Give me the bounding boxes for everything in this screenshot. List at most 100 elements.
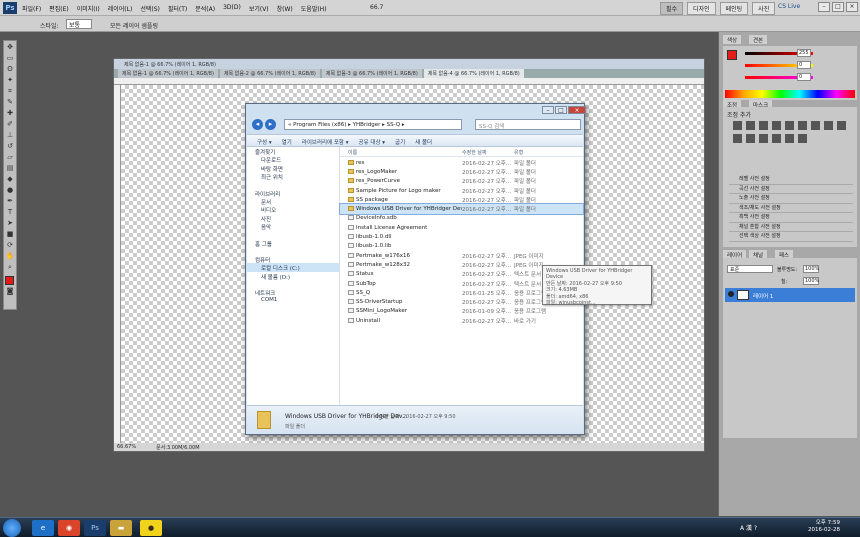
include-in-library-button[interactable]: 라이브러리에 포함 ▾ xyxy=(302,138,349,146)
hue-saturation-icon[interactable] xyxy=(798,121,807,130)
shape-tool-icon[interactable]: ■ xyxy=(4,229,16,239)
nav-item[interactable]: COM1 xyxy=(247,296,339,304)
file-row[interactable]: Windows USB Driver for YHBridger Dev... 2… xyxy=(339,203,584,215)
file-row[interactable]: DeviceInfo.sdb xyxy=(340,214,583,223)
menu-3d[interactable]: 3D(D) xyxy=(223,4,241,13)
magic-wand-icon[interactable]: ✦ xyxy=(4,75,16,85)
menu-select[interactable]: 선택(S) xyxy=(140,4,160,13)
workspace-design[interactable]: 디자인 xyxy=(687,2,716,15)
menu-view[interactable]: 보기(V) xyxy=(249,4,269,13)
zoom-status[interactable]: 66.67% xyxy=(117,444,136,450)
levels-icon[interactable] xyxy=(746,121,755,130)
move-tool-icon[interactable]: ✥ xyxy=(4,42,16,52)
nav-item[interactable]: 로컬 디스크 (C:) xyxy=(247,263,339,272)
gradient-map-icon[interactable] xyxy=(785,134,794,143)
workspace-painting[interactable]: 페인팅 xyxy=(719,2,749,15)
stamp-tool-icon[interactable]: ⊥ xyxy=(4,130,16,140)
address-bar[interactable]: « Program Files (x86) ▸ YHBridger ▸ SS-Q… xyxy=(284,119,462,130)
file-row[interactable]: res_LogoMaker 2016-02-27 오후... 파일 폴더 xyxy=(340,167,583,176)
file-row[interactable]: Uninstall 2016-02-27 오후... 바로 가기 xyxy=(340,316,583,325)
share-with-button[interactable]: 공유 대상 ▾ xyxy=(359,138,386,146)
document-tab[interactable]: 제목 없음-3 @ 66.7% (레이어 1, RGB/8) xyxy=(321,69,422,78)
workspace-essentials[interactable]: 필수 xyxy=(660,2,684,15)
swatches-tab[interactable]: 견본 xyxy=(749,35,768,44)
lasso-tool-icon[interactable]: ʘ xyxy=(4,64,16,74)
preset-item[interactable]: 노출 사전 설정 xyxy=(729,194,853,204)
preset-item[interactable]: 흑백 사전 설정 xyxy=(729,213,853,223)
channel-mixer-icon[interactable] xyxy=(733,134,742,143)
opacity-input[interactable]: 100% xyxy=(803,265,819,273)
nav-item[interactable]: 사진 xyxy=(247,214,339,223)
nav-item[interactable]: 컴퓨터 xyxy=(247,255,339,264)
ime-indicator[interactable]: A 漢 ? xyxy=(740,523,757,532)
kakaotalk-icon[interactable]: ● xyxy=(140,520,162,536)
nav-item[interactable]: 최근 위치 xyxy=(247,172,339,181)
file-row[interactable]: res 2016-02-27 오후... 파일 폴더 xyxy=(340,158,583,167)
type-tool-icon[interactable]: T xyxy=(4,207,16,217)
file-row[interactable]: libusb-1.0.dll xyxy=(340,232,583,241)
menu-file[interactable]: 파일(F) xyxy=(22,4,41,13)
pen-tool-icon[interactable]: ✒ xyxy=(4,196,16,206)
photo-filter-icon[interactable] xyxy=(837,121,846,130)
style-select[interactable]: 보통 xyxy=(66,19,92,29)
cs-live-button[interactable]: CS Live xyxy=(778,3,800,10)
menu-window[interactable]: 창(W) xyxy=(277,4,293,13)
open-button[interactable]: 열기 xyxy=(282,138,292,146)
close-icon[interactable]: × xyxy=(846,2,858,12)
3d-rotate-icon[interactable]: ⟳ xyxy=(4,240,16,250)
minimize-icon[interactable]: – xyxy=(542,106,554,114)
vibrance-icon[interactable] xyxy=(785,121,794,130)
healing-brush-icon[interactable]: ✚ xyxy=(4,108,16,118)
file-row[interactable]: Pertmake_w176x16 2016-02-27 오후... JPEG 이미지 xyxy=(340,251,583,260)
threshold-icon[interactable] xyxy=(772,134,781,143)
column-name[interactable]: 이름 xyxy=(340,149,462,156)
selective-color-icon[interactable] xyxy=(798,134,807,143)
close-icon[interactable]: × xyxy=(568,106,586,114)
maximize-icon[interactable]: □ xyxy=(832,2,844,12)
file-row[interactable]: Sample Picture for Logo maker 2016-02-27 … xyxy=(340,186,583,195)
quick-mask-icon[interactable]: ◙ xyxy=(4,286,16,296)
zoom-tool-icon[interactable]: ⌕ xyxy=(4,262,16,272)
minimize-icon[interactable]: – xyxy=(818,2,830,12)
blue-value[interactable]: 0 xyxy=(797,73,811,81)
color-ramp[interactable] xyxy=(725,90,855,98)
layer-row[interactable]: 레이어 1 xyxy=(725,288,855,302)
foreground-color-swatch[interactable] xyxy=(5,276,14,285)
zoom-level[interactable]: 66.7 xyxy=(370,4,383,11)
document-tab[interactable]: 제목 없음-1 @ 66.7% (레이어 1, RGB/8) xyxy=(118,69,218,78)
nav-item[interactable]: 라이브러리 xyxy=(247,189,339,198)
organize-button[interactable]: 구성 ▾ xyxy=(257,138,272,146)
menu-image[interactable]: 이미지(I) xyxy=(77,4,100,13)
invert-icon[interactable] xyxy=(746,134,755,143)
photoshop-taskbar-icon[interactable]: Ps xyxy=(84,520,106,536)
eyedropper-icon[interactable]: ✎ xyxy=(4,97,16,107)
brush-tool-icon[interactable]: ✐ xyxy=(4,119,16,129)
nav-item[interactable]: 비디오 xyxy=(247,205,339,214)
red-value[interactable]: 255 xyxy=(797,49,811,57)
document-tab[interactable]: 제목 없음-2 @ 66.7% (레이어 1, RGB/8) xyxy=(219,69,320,78)
file-row[interactable]: res_PowerCurve 2016-02-27 오후... 파일 폴더 xyxy=(340,177,583,186)
burn-button[interactable]: 굽기 xyxy=(395,138,405,146)
menu-analysis[interactable]: 분석(A) xyxy=(195,4,215,13)
curves-icon[interactable] xyxy=(759,121,768,130)
forward-arrow-icon[interactable]: ▸ xyxy=(265,119,276,130)
clock[interactable]: 오후 7:59 2016-02-28 xyxy=(808,520,840,534)
fill-input[interactable]: 100% xyxy=(803,277,819,285)
sample-all-layers-checkbox[interactable]: 모든 레이어 샘플링 xyxy=(110,21,158,30)
black-white-icon[interactable] xyxy=(824,121,833,130)
crop-tool-icon[interactable]: ⌗ xyxy=(4,86,16,96)
color-swatch[interactable] xyxy=(727,50,737,60)
maximize-icon[interactable]: □ xyxy=(555,106,567,114)
ie-icon[interactable]: e xyxy=(32,520,54,536)
preset-item[interactable]: 레벨 사전 설정 xyxy=(729,175,853,185)
nav-item[interactable]: 새 볼륨 (D:) xyxy=(247,272,339,281)
document-tab-active[interactable]: 제목 없음-4 @ 66.7% (레이어 1, RGB/8) xyxy=(423,69,524,78)
color-balance-icon[interactable] xyxy=(811,121,820,130)
nav-item[interactable]: 다운로드 xyxy=(247,155,339,164)
preset-item[interactable]: 색조/채도 사전 설정 xyxy=(729,204,853,213)
file-row[interactable]: SSMini_LogoMaker 2016-01-09 오후... 응용 프로그램 xyxy=(340,307,583,316)
explorer-taskbar-icon[interactable]: ▬ xyxy=(110,520,132,536)
path-select-icon[interactable]: ➤ xyxy=(4,218,16,228)
preset-item[interactable]: 선택 색상 사전 설정 xyxy=(729,232,853,242)
marquee-tool-icon[interactable]: ▭ xyxy=(4,53,16,63)
